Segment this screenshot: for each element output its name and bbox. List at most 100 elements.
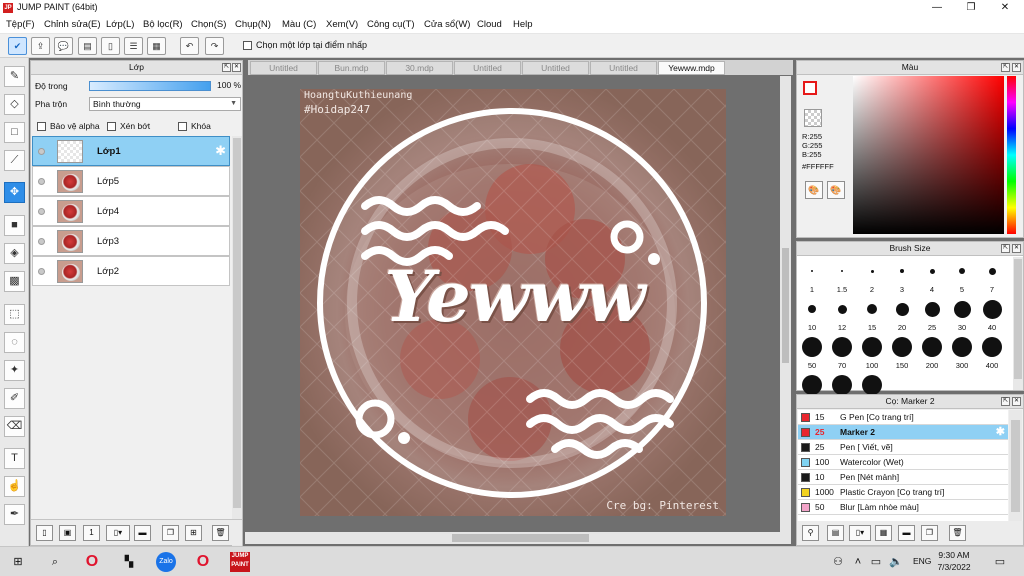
opera-gx-icon[interactable]: O [193, 552, 213, 572]
magic-wand-icon[interactable]: ✦ [4, 360, 25, 381]
new-layer-icon[interactable]: ▯ [36, 525, 53, 541]
artwork-canvas[interactable]: HoangtuKuthieunang #Hoidap247 Yewww Cre … [300, 89, 726, 516]
move-tool-icon[interactable]: ✥ [4, 182, 25, 203]
float-panel-icon[interactable]: ⇱ [222, 63, 231, 72]
brush-size-swatch[interactable] [924, 301, 940, 317]
folder-icon[interactable]: ▬ [898, 525, 915, 541]
brush-list-item[interactable]: 10 Pen [Nét mảnh] [798, 470, 1008, 485]
tab-untitled-1[interactable]: Untitled [250, 61, 317, 75]
jump-paint-icon[interactable]: JUMP PAINT [230, 552, 250, 572]
people-icon[interactable]: ⚇ [828, 552, 848, 572]
menu-edit[interactable]: Chỉnh sửa(E) [44, 19, 101, 30]
fill-rect-icon[interactable]: ■ [4, 215, 25, 236]
zalo-icon[interactable]: Zalo [156, 552, 176, 572]
brush-size-swatch[interactable] [862, 337, 882, 357]
float-panel-icon[interactable]: ⇱ [1001, 244, 1010, 253]
brush-size-swatch[interactable] [832, 375, 852, 395]
canvas-vertical-scrollbar[interactable] [780, 76, 791, 532]
tab-30[interactable]: 30.mdp [386, 61, 453, 75]
palette-add-icon[interactable]: 🎨 [827, 181, 845, 199]
saturation-value-picker[interactable] [853, 76, 1004, 234]
comment-icon[interactable]: 💬 [54, 37, 73, 55]
chevron-up-icon[interactable]: ˄ [848, 552, 868, 572]
redo-icon[interactable]: ↷ [205, 37, 224, 55]
duplicate-layer-icon[interactable]: ❐ [162, 525, 179, 541]
text-tool-icon[interactable]: T [4, 448, 25, 469]
protect-alpha-checkbox[interactable] [37, 122, 46, 131]
brush-list-item[interactable]: 50 Blur [Làm nhòe màu] [798, 500, 1008, 515]
hue-slider[interactable] [1007, 76, 1016, 234]
brush-add-icon[interactable]: ⚲ [802, 525, 819, 541]
close-panel-icon[interactable]: ✕ [232, 63, 241, 72]
app-grid-icon[interactable]: ▚ [119, 552, 139, 572]
brush-size-swatch[interactable] [832, 337, 852, 357]
merge-layer-icon[interactable]: ⊞ [185, 525, 202, 541]
blend-mode-select[interactable]: Bình thường ▼ [89, 97, 241, 111]
menu-window[interactable]: Cửa sổ(W) [424, 19, 470, 30]
rectangle-select-icon[interactable]: □ [4, 122, 25, 143]
notification-icon[interactable]: ▭ [990, 552, 1010, 572]
brush-list-scrollbar[interactable] [1009, 410, 1022, 521]
clock-date[interactable]: 7/3/2022 [934, 562, 974, 572]
transparent-color-swatch[interactable] [804, 109, 822, 127]
brush-size-swatch[interactable] [953, 300, 971, 318]
menu-select[interactable]: Chọn(S) [191, 19, 226, 30]
brush-list-item[interactable]: 15 G Pen [Cọ trang trí] [798, 410, 1008, 425]
new-1bit-layer-icon[interactable]: 1 [83, 525, 100, 541]
grid-list-icon[interactable]: ▦ [147, 37, 166, 55]
lasso-icon[interactable]: ◌ [4, 332, 25, 353]
brush-size-swatch[interactable] [862, 375, 882, 395]
duplicate-brush-icon[interactable]: ❐ [921, 525, 938, 541]
gear-icon[interactable]: ✱ [996, 425, 1005, 439]
hand-tool-icon[interactable]: ☝ [4, 476, 25, 497]
close-panel-icon[interactable]: ✕ [1012, 397, 1021, 406]
bucket-icon[interactable]: ◈ [4, 243, 25, 264]
brush-size-swatch[interactable] [900, 269, 904, 273]
brush-size-swatch[interactable] [867, 304, 877, 314]
brush-size-swatch[interactable] [982, 337, 1002, 357]
close-panel-icon[interactable]: ✕ [1012, 244, 1021, 253]
document-icon[interactable]: ▯ [101, 37, 120, 55]
new-halftone-layer-icon[interactable]: ▣ [59, 525, 76, 541]
brush-size-swatch[interactable] [895, 302, 909, 316]
brush-list-item[interactable]: 25 Marker 2 ✱ [798, 425, 1008, 440]
menu-filter[interactable]: Bộ lọc(R) [143, 19, 183, 30]
tab-yewww[interactable]: Yewww.mdp [658, 61, 725, 75]
line-tool-icon[interactable]: ⟋ [4, 150, 25, 171]
brush-tool-icon[interactable]: ✎ [4, 66, 25, 87]
visibility-toggle[interactable] [38, 148, 45, 155]
list-icon[interactable]: ☰ [124, 37, 143, 55]
canvas-horizontal-scrollbar[interactable] [245, 532, 791, 544]
brush-dropdown-icon[interactable]: ▯▾ [849, 525, 871, 541]
visibility-toggle[interactable] [38, 208, 45, 215]
opacity-slider[interactable] [89, 81, 211, 91]
tab-untitled-2[interactable]: Untitled [454, 61, 521, 75]
brush-size-swatch[interactable] [802, 337, 822, 357]
layer-row[interactable]: Lớp3 [32, 226, 230, 256]
brush-list-item[interactable]: 100 Watercolor (Wet) [798, 455, 1008, 470]
windows-start-icon[interactable]: ⊞ [8, 552, 28, 572]
select-pen-icon[interactable]: ✐ [4, 388, 25, 409]
brush-size-swatch[interactable] [808, 305, 816, 313]
float-panel-icon[interactable]: ⇱ [1001, 397, 1010, 406]
brush-size-swatch[interactable] [959, 268, 965, 274]
lock-checkbox[interactable] [178, 122, 187, 131]
close-panel-icon[interactable]: ✕ [1012, 63, 1021, 72]
gradient-icon[interactable]: ▩ [4, 271, 25, 292]
undo-icon[interactable]: ↶ [180, 37, 199, 55]
float-panel-icon[interactable]: ⇱ [1001, 63, 1010, 72]
minimize-button[interactable]: — [920, 0, 954, 16]
visibility-toggle[interactable] [38, 178, 45, 185]
tab-untitled-3[interactable]: Untitled [522, 61, 589, 75]
trash-icon[interactable]: 🗑 [949, 525, 966, 541]
palette-icon[interactable]: 🎨 [805, 181, 823, 199]
eyedropper-icon[interactable]: ✒ [4, 504, 25, 525]
menu-color[interactable]: Màu (C) [282, 19, 316, 30]
volume-icon[interactable]: 🔈 [886, 552, 906, 572]
clock-time[interactable]: 9:30 AM [934, 550, 974, 560]
menu-view[interactable]: Xem(V) [326, 19, 358, 30]
menu-file[interactable]: Tệp(F) [6, 19, 35, 30]
close-button[interactable]: ✕ [988, 0, 1022, 16]
menu-tools[interactable]: Công cụ(T) [367, 19, 415, 30]
eraser-tool-icon[interactable]: ◇ [4, 94, 25, 115]
